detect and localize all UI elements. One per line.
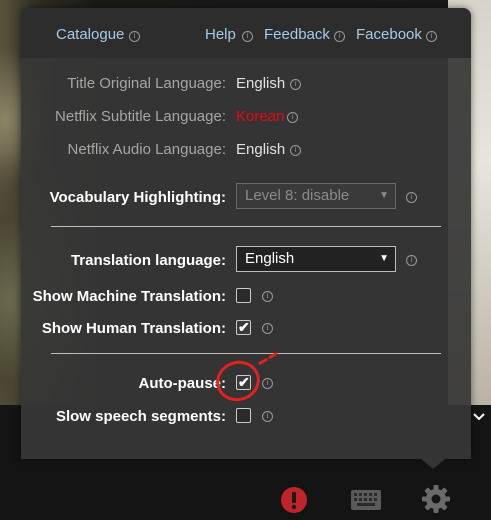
checkmark-icon: ✔ — [238, 319, 250, 335]
info-icon[interactable]: i — [242, 31, 253, 42]
title-original-language-value: English — [236, 75, 286, 92]
netflix-subtitle-language-label: Netflix Subtitle Language: — [55, 108, 226, 125]
show-human-translation-checkbox[interactable]: ✔ — [236, 319, 251, 335]
feedback-link[interactable]: Feedback — [264, 26, 330, 43]
netflix-audio-language-label: Netflix Audio Language: — [67, 141, 226, 158]
vocabulary-highlighting-select[interactable]: Level 8: disable ▼ — [236, 183, 396, 209]
show-machine-translation-checkbox[interactable] — [236, 288, 251, 303]
divider — [51, 353, 441, 354]
info-icon[interactable]: i — [262, 291, 273, 302]
panel-pointer — [421, 459, 445, 469]
netflix-subtitle-language-value: Korean — [236, 108, 285, 125]
dropdown-arrow-icon: ▼ — [379, 253, 389, 264]
slow-speech-segments-checkbox[interactable] — [236, 408, 251, 423]
info-icon[interactable]: i — [262, 378, 273, 389]
divider — [51, 226, 441, 227]
catalogue-link[interactable]: Catalogue — [56, 26, 124, 43]
chevron-down-icon[interactable] — [472, 410, 486, 424]
keyboard-icon[interactable] — [350, 489, 382, 516]
translation-language-label: Translation language: — [70, 252, 226, 269]
show-machine-translation-label: Show Machine Translation: — [32, 288, 226, 305]
info-icon[interactable]: i — [406, 192, 417, 203]
info-icon[interactable]: i — [406, 255, 417, 266]
vocabulary-highlighting-label: Vocabulary Highlighting: — [49, 189, 226, 206]
netflix-audio-language-value: English — [236, 141, 286, 158]
dropdown-arrow-icon: ▼ — [379, 190, 389, 201]
info-icon[interactable]: i — [287, 112, 298, 123]
translation-language-selected: English — [245, 250, 295, 267]
info-icon[interactable]: i — [129, 31, 140, 42]
vocabulary-highlighting-selected: Level 8: disable — [245, 187, 350, 204]
info-icon[interactable]: i — [262, 323, 273, 334]
info-icon[interactable]: i — [290, 79, 301, 90]
slow-speech-segments-label: Slow speech segments: — [55, 408, 226, 425]
auto-pause-label: Auto-pause: — [138, 375, 227, 392]
title-original-language-label: Title Original Language: — [67, 75, 226, 92]
alert-icon[interactable] — [280, 486, 308, 519]
translation-language-select[interactable]: English ▼ — [236, 246, 396, 272]
facebook-link[interactable]: Facebook — [356, 26, 422, 43]
info-icon[interactable]: i — [290, 145, 301, 156]
info-icon[interactable]: i — [262, 411, 273, 422]
gear-icon[interactable] — [421, 484, 451, 519]
help-link[interactable]: Help — [205, 26, 236, 43]
show-human-translation-label: Show Human Translation: — [41, 320, 226, 337]
info-icon[interactable]: i — [334, 31, 345, 42]
info-icon[interactable]: i — [426, 31, 437, 42]
